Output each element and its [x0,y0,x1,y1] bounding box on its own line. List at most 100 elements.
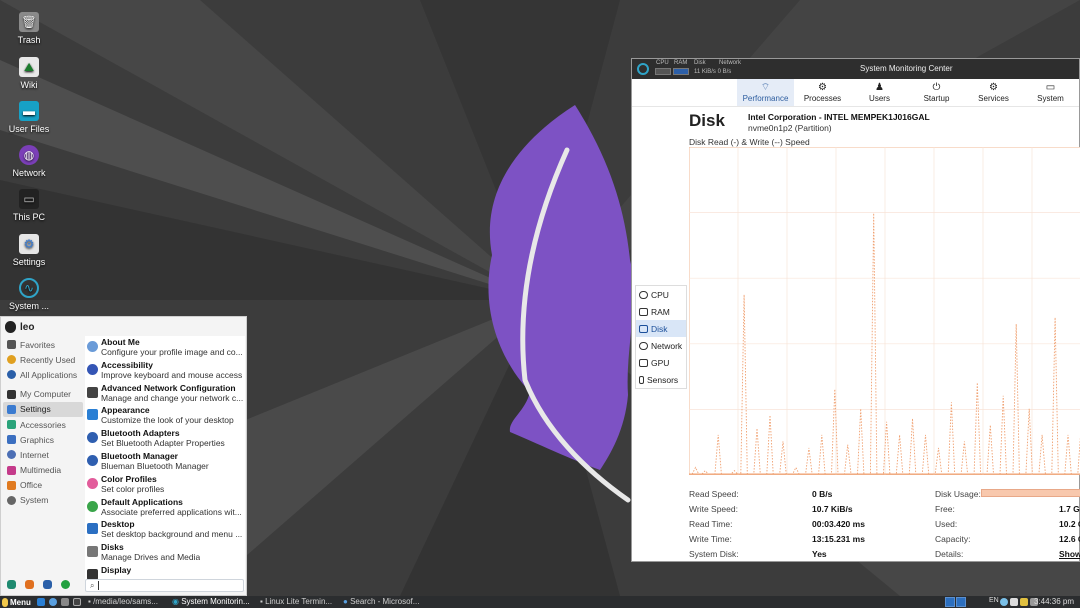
app-desktop[interactable]: Desktop Set desktop background and menu .… [85,518,245,541]
tab-services[interactable]: ⚙ Services [965,79,1022,106]
menu-button[interactable]: Menu [2,596,31,608]
tab-performance[interactable]: ⌔ Performance [737,79,794,106]
desktop-icon-label: Trash [17,35,41,45]
category-favorites[interactable]: Favorites [3,337,83,352]
color-profiles-icon [87,477,98,489]
category-multimedia[interactable]: Multimedia [3,463,83,478]
category-office[interactable]: Office [3,478,83,493]
bluetooth-icon [87,432,98,444]
tab-system[interactable]: ▭ System [1022,79,1079,106]
disk-partition: nvme0n1p2 (Partition) [748,123,832,133]
network-icon: ◍ [19,145,39,165]
browser-launcher-icon[interactable] [49,598,57,606]
device-ram[interactable]: RAM [636,303,686,320]
app-bluetooth-manager[interactable]: Bluetooth Manager Blueman Bluetooth Manag… [85,450,245,473]
keyboard-layout[interactable]: EN [989,597,999,604]
lock-icon[interactable] [43,580,52,589]
sensors-icon [639,375,644,384]
tab-processes[interactable]: ⚙ Processes [794,79,851,106]
desktop-icon-settings[interactable]: ⚙ Settings [4,234,54,267]
tab-users[interactable]: ♟ Users [851,79,908,106]
app-about-me[interactable]: About Me Configure your profile image and… [85,336,245,359]
category-recently-used[interactable]: Recently Used [3,352,83,367]
category-label: System [20,495,49,506]
menu-search-input[interactable]: ⌕ [85,579,244,592]
category-label: Settings [20,404,51,415]
tab-label: Users [869,94,890,103]
task-terminal[interactable]: ▪ Linux Lite Termin... [260,597,342,607]
tab-startup[interactable]: ⏻ Startup [908,79,965,106]
task-label: /media/leo/sams... [93,597,158,606]
task-file-manager[interactable]: ▪ /media/leo/sams... [88,597,170,607]
software-icon[interactable] [7,580,16,589]
desktop-icon-user-files[interactable]: ▬ User Files [4,101,54,134]
power-icon: ⏻ [932,82,941,93]
task-system-monitor[interactable]: ◉ System Monitorin... [172,597,258,607]
bluetooth-icon [87,454,98,466]
office-icon [7,480,16,490]
notification-tray-icon[interactable] [1010,598,1018,606]
terminal-launcher-icon[interactable] [73,598,81,606]
device-disk[interactable]: Disk [636,320,686,337]
app-disks[interactable]: Disks Manage Drives and Media [85,541,245,564]
app-description: Set color profiles [101,483,165,494]
app-default-applications[interactable]: Default Applications Associate preferred … [85,496,245,519]
category-all-applications[interactable]: All Applications [3,367,83,382]
app-bluetooth-adapters[interactable]: Bluetooth Adapters Set Bluetooth Adapter … [85,427,245,450]
category-graphics[interactable]: Graphics [3,432,83,447]
files-launcher-icon[interactable] [61,598,69,606]
app-description: Blueman Bluetooth Manager [101,460,209,471]
updates-tray-icon[interactable] [1020,598,1028,606]
app-description: Improve keyboard and mouse access... [101,369,243,380]
category-internet[interactable]: Internet [3,447,83,462]
write-speed-value: 10.7 KiB/s [812,504,853,514]
tab-bar: ⌔ Performance ⚙ Processes ♟ Users ⏻ Startup … [632,79,1079,107]
grid-icon [7,370,16,380]
desktop-icon-trash[interactable]: 🗑 Trash [4,12,54,45]
category-accessories[interactable]: Accessories [3,417,83,432]
desktop-icon-network[interactable]: ◍ Network [4,145,54,178]
menu-user[interactable]: leo [5,320,34,334]
workspace-2[interactable] [956,597,966,607]
network-tray-icon[interactable] [1000,598,1008,606]
device-sensors[interactable]: Sensors [636,371,686,388]
category-settings[interactable]: Settings [3,401,83,417]
task-label: Search - Microsof... [350,597,420,606]
app-color-profiles[interactable]: Color Profiles Set color profiles [85,473,245,496]
gear-icon [7,495,16,505]
desktop-icon-label: Network [12,168,46,178]
logout-icon[interactable] [61,580,70,589]
desktop-icon-system-monitor[interactable]: ∿ System ... [4,278,54,311]
details-show-link[interactable]: Show... [1059,549,1080,559]
wiki-icon: ⛰ [19,57,39,77]
chart-title: Disk Read (-) & Write (--) Speed [689,137,810,147]
desktop-icon-label: System ... [8,301,49,311]
show-desktop-icon[interactable] [37,598,45,606]
user-icon[interactable] [25,580,34,589]
clock[interactable]: 3:44:36 pm [1034,597,1074,606]
window-titlebar[interactable]: CPU RAM Disk Network 11 KiB/s 0 B/s Syst… [632,59,1079,79]
task-label: Linux Lite Termin... [265,597,333,606]
app-description: Set Bluetooth Adapter Properties [101,438,225,449]
device-label: Disk [651,323,668,334]
desktop-icon-wiki[interactable]: ⛰ Wiki [4,57,54,90]
device-cpu[interactable]: CPU [636,286,686,303]
desktop-icon-this-pc[interactable]: ▭ This PC [4,189,54,222]
app-accessibility[interactable]: Accessibility Improve keyboard and mouse … [85,359,245,382]
app-description: Manage and change your network c... [101,392,243,403]
app-advanced-network-configuration[interactable]: Advanced Network Configuration Manage and… [85,382,245,405]
category-system[interactable]: System [3,493,83,508]
app-appearance[interactable]: Appearance Customize the look of your des… [85,404,245,427]
app-description: Associate preferred applications wit... [101,506,242,517]
read-time-label: Read Time: [689,519,733,529]
mini-ram-graph [673,68,689,75]
device-gpu[interactable]: GPU [636,354,686,371]
category-my-computer[interactable]: My Computer [3,387,83,402]
system-monitor-icon [637,63,649,75]
monitor-icon: ▭ [1045,82,1056,93]
task-browser[interactable]: ● Search - Microsof... [343,597,429,607]
device-network[interactable]: Network [636,337,686,354]
app-name: Accessibility [101,359,153,370]
linux-lite-logo-icon [2,597,8,607]
workspace-1[interactable] [945,597,955,607]
